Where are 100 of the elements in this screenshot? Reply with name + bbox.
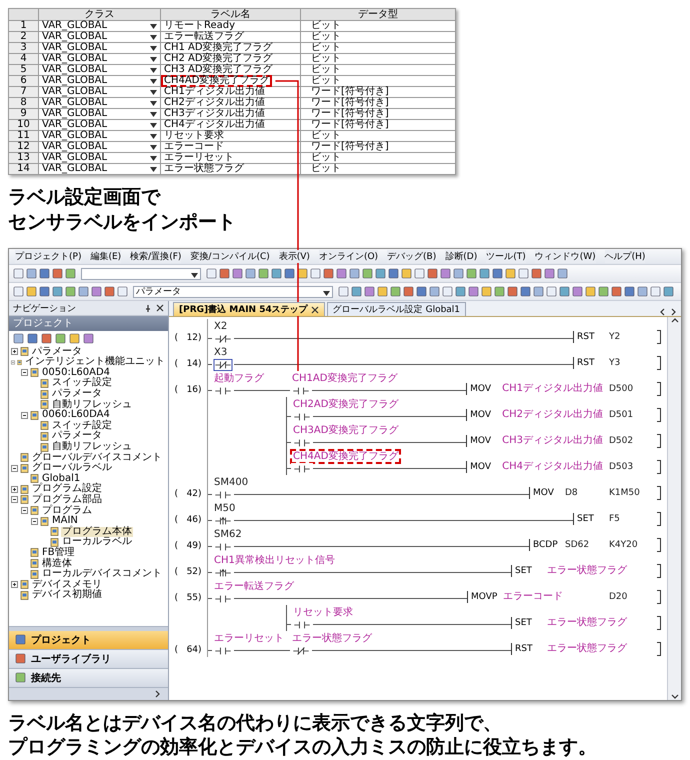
tool-icon[interactable] <box>559 286 570 298</box>
tool-icon[interactable] <box>598 286 609 298</box>
tree-item[interactable]: MAIN <box>51 516 79 526</box>
tool-icon[interactable] <box>52 286 63 298</box>
tool-icon[interactable] <box>442 286 453 298</box>
tool-icon[interactable] <box>505 268 516 280</box>
tool-icon[interactable] <box>41 332 52 344</box>
tool-icon[interactable] <box>338 286 349 298</box>
close-icon[interactable] <box>310 306 319 314</box>
tool-icon[interactable] <box>284 268 295 280</box>
combo-box[interactable]: パラメータ <box>133 286 333 298</box>
tree-item[interactable]: プログラム本体 <box>61 526 133 537</box>
expand-icon[interactable] <box>11 348 18 356</box>
tool-icon[interactable] <box>427 268 438 280</box>
tool-icon[interactable] <box>377 286 388 298</box>
tool-icon[interactable] <box>520 286 531 298</box>
tool-icon[interactable] <box>52 268 63 280</box>
tool-icon[interactable] <box>624 286 635 298</box>
tool-icon[interactable] <box>507 286 518 298</box>
tool-icon[interactable] <box>466 268 477 280</box>
tool-icon[interactable] <box>13 268 24 280</box>
tree-item[interactable]: パラメータ <box>51 389 103 400</box>
collapse-icon[interactable] <box>21 412 28 419</box>
collapse-icon[interactable] <box>31 518 38 525</box>
menu-item[interactable]: 変換/コンパイル(C) <box>190 250 270 264</box>
tool-icon[interactable] <box>416 286 427 298</box>
tool-icon[interactable] <box>78 286 89 298</box>
tool-icon[interactable] <box>403 286 414 298</box>
menu-item[interactable]: デバッグ(B) <box>387 250 436 264</box>
tree-item[interactable]: デバイス初期値 <box>31 590 103 600</box>
collapse-icon[interactable] <box>21 507 28 514</box>
tool-icon[interactable] <box>585 286 596 298</box>
tree-item[interactable]: スイッチ設定 <box>51 420 113 431</box>
tool-icon[interactable] <box>349 268 360 280</box>
tool-icon[interactable] <box>518 268 529 280</box>
tool-icon[interactable] <box>13 286 24 298</box>
tool-icon[interactable] <box>468 286 479 298</box>
tree-item[interactable]: プログラム設定 <box>31 484 103 494</box>
tool-icon[interactable] <box>69 332 80 344</box>
tree-item[interactable]: パラメータ <box>51 431 103 442</box>
folder-icon[interactable] <box>15 634 26 646</box>
tool-icon[interactable] <box>232 268 243 280</box>
tool-icon[interactable] <box>414 268 425 280</box>
tool-icon[interactable] <box>91 286 102 298</box>
tree-item[interactable]: グローバルデバイスコメント <box>31 452 163 463</box>
tree-item[interactable]: 自動リフレッシュ <box>51 442 133 452</box>
tool-icon[interactable] <box>364 286 375 298</box>
collapse-icon[interactable] <box>11 496 18 504</box>
tool-icon[interactable] <box>390 286 401 298</box>
tool-icon[interactable] <box>494 286 505 298</box>
navigation-button[interactable]: ユーザライブラリ <box>9 650 168 669</box>
tree-item[interactable]: インテリジェント機能ユニット <box>24 357 166 368</box>
tool-icon[interactable] <box>492 268 503 280</box>
tool-icon[interactable] <box>375 268 386 280</box>
dropdown-arrow-icon[interactable] <box>323 290 330 296</box>
menu-item[interactable]: 検索/置換(F) <box>130 250 182 264</box>
menu-item[interactable]: ツール(T) <box>486 250 526 264</box>
tree-item[interactable]: FB管理 <box>41 548 76 558</box>
tool-icon[interactable] <box>83 332 94 344</box>
menu-item[interactable]: プロジェクト(P) <box>15 250 82 264</box>
tree-item[interactable]: スイッチ設定 <box>51 378 113 388</box>
tree-item[interactable]: 0060:L60DA4 <box>41 410 111 420</box>
tool-icon[interactable] <box>26 268 37 280</box>
tree-item[interactable]: プログラム <box>41 506 93 516</box>
menu-item[interactable]: 表示(V) <box>278 250 310 264</box>
tool-icon[interactable] <box>39 286 50 298</box>
collapse-icon[interactable] <box>21 369 28 376</box>
chevron-icon[interactable] <box>154 690 162 698</box>
tool-icon[interactable] <box>531 268 542 280</box>
tree-item[interactable]: デバイスメモリ <box>31 580 103 590</box>
tool-icon[interactable] <box>206 268 217 280</box>
close-icon[interactable] <box>156 304 164 312</box>
tree-item[interactable]: ローカルデバイスコメント <box>41 569 163 580</box>
tool-icon[interactable] <box>65 268 76 280</box>
folder-icon[interactable] <box>15 672 26 684</box>
navigation-button[interactable]: 接続先 <box>9 668 168 688</box>
menu-item[interactable]: オンライン(O) <box>318 250 378 264</box>
tool-icon[interactable] <box>39 268 50 280</box>
tree-item[interactable]: Global1 <box>41 474 82 484</box>
tool-icon[interactable] <box>310 268 321 280</box>
dropdown-arrow-icon[interactable] <box>191 272 198 278</box>
tool-icon[interactable] <box>13 332 24 344</box>
tool-icon[interactable] <box>271 268 282 280</box>
tool-icon[interactable] <box>429 286 440 298</box>
collapse-icon[interactable] <box>11 464 18 472</box>
tool-icon[interactable] <box>401 268 412 280</box>
tool-icon[interactable] <box>351 286 362 298</box>
tool-icon[interactable] <box>258 268 269 280</box>
tree-item[interactable]: グローバルラベル <box>31 463 113 474</box>
menu-item[interactable]: 診断(D) <box>445 250 478 264</box>
tool-icon[interactable] <box>219 268 230 280</box>
tool-icon[interactable] <box>26 286 37 298</box>
tool-icon[interactable] <box>388 268 399 280</box>
tree-item[interactable]: パラメータ <box>31 346 83 357</box>
menu-item[interactable]: 編集(E) <box>90 250 122 264</box>
editor-tab[interactable]: グローバルラベル設定 Global1 <box>326 302 466 316</box>
scrollbar[interactable] <box>667 317 681 700</box>
tool-icon[interactable] <box>481 286 492 298</box>
tool-icon[interactable] <box>637 286 648 298</box>
tool-icon[interactable] <box>27 332 38 344</box>
